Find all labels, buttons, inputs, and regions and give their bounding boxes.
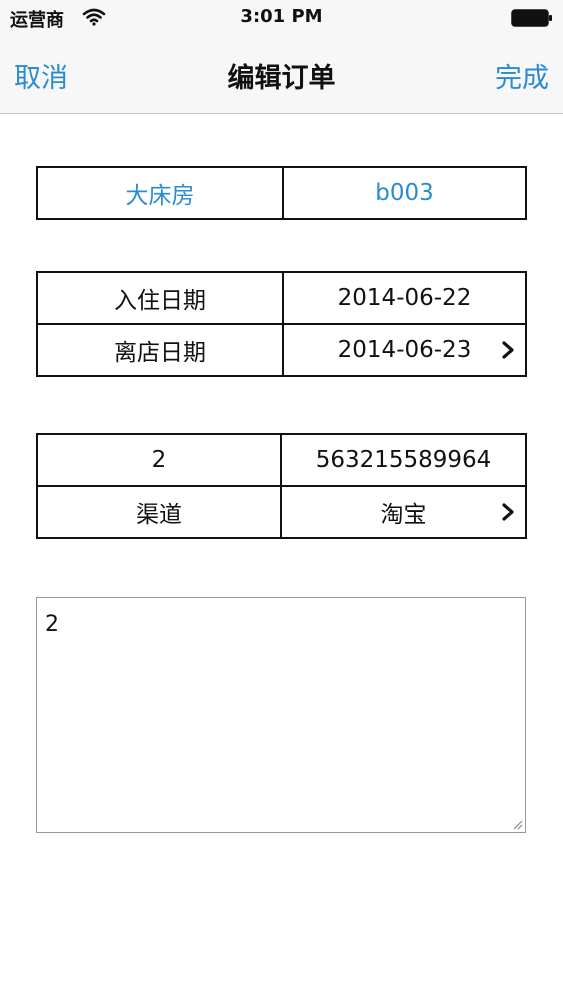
page-title: 编辑订单 bbox=[227, 63, 336, 94]
room-number-value: b003 bbox=[375, 180, 434, 206]
order-number-value: 563215589964 bbox=[315, 447, 492, 473]
status-time: 3:01 PM bbox=[240, 6, 323, 27]
order-info-row: 2 563215589964 bbox=[38, 435, 525, 485]
navigation-bar: 取消 编辑订单 完成 bbox=[0, 38, 563, 114]
battery-icon bbox=[511, 9, 552, 27]
room-number-cell[interactable]: b003 bbox=[284, 168, 525, 218]
resize-handle-icon[interactable] bbox=[511, 818, 523, 830]
guest-count-value: 2 bbox=[151, 447, 167, 473]
checkout-date-value: 2014-06-23 bbox=[337, 337, 472, 363]
done-button[interactable]: 完成 bbox=[495, 56, 549, 95]
room-type-value: 大床房 bbox=[125, 183, 195, 209]
checkout-date-cell[interactable]: 2014-06-23 bbox=[284, 325, 525, 375]
chevron-right-icon bbox=[502, 503, 514, 521]
memo-text: 2 bbox=[45, 612, 59, 637]
channel-label-cell: 渠道 bbox=[38, 487, 282, 537]
checkin-row: 入住日期 2014-06-22 bbox=[38, 273, 525, 323]
checkin-date-value: 2014-06-22 bbox=[337, 285, 472, 311]
channel-value-cell[interactable]: 淘宝 bbox=[282, 487, 525, 537]
memo-textarea[interactable]: 2 bbox=[36, 597, 526, 833]
order-grid: 2 563215589964 渠道 淘宝 bbox=[36, 433, 527, 539]
room-type-cell[interactable]: 大床房 bbox=[38, 168, 284, 218]
channel-row: 渠道 淘宝 bbox=[38, 485, 525, 537]
checkin-label-cell: 入住日期 bbox=[38, 273, 284, 323]
status-bar: 运营商 3:01 PM bbox=[0, 0, 563, 38]
checkout-row: 离店日期 2014-06-23 bbox=[38, 323, 525, 375]
dates-grid: 入住日期 2014-06-22 离店日期 2014-06-23 bbox=[36, 271, 527, 377]
checkout-label: 离店日期 bbox=[114, 340, 206, 366]
channel-label: 渠道 bbox=[136, 502, 182, 528]
order-number-cell[interactable]: 563215589964 bbox=[282, 435, 525, 485]
checkin-date-cell[interactable]: 2014-06-22 bbox=[284, 273, 525, 323]
channel-value: 淘宝 bbox=[380, 502, 427, 528]
room-grid: 大床房 b003 bbox=[36, 166, 527, 220]
checkin-label: 入住日期 bbox=[114, 288, 206, 314]
guest-count-cell[interactable]: 2 bbox=[38, 435, 282, 485]
chevron-right-icon bbox=[502, 341, 514, 359]
room-row: 大床房 b003 bbox=[38, 168, 525, 218]
checkout-label-cell: 离店日期 bbox=[38, 325, 284, 375]
